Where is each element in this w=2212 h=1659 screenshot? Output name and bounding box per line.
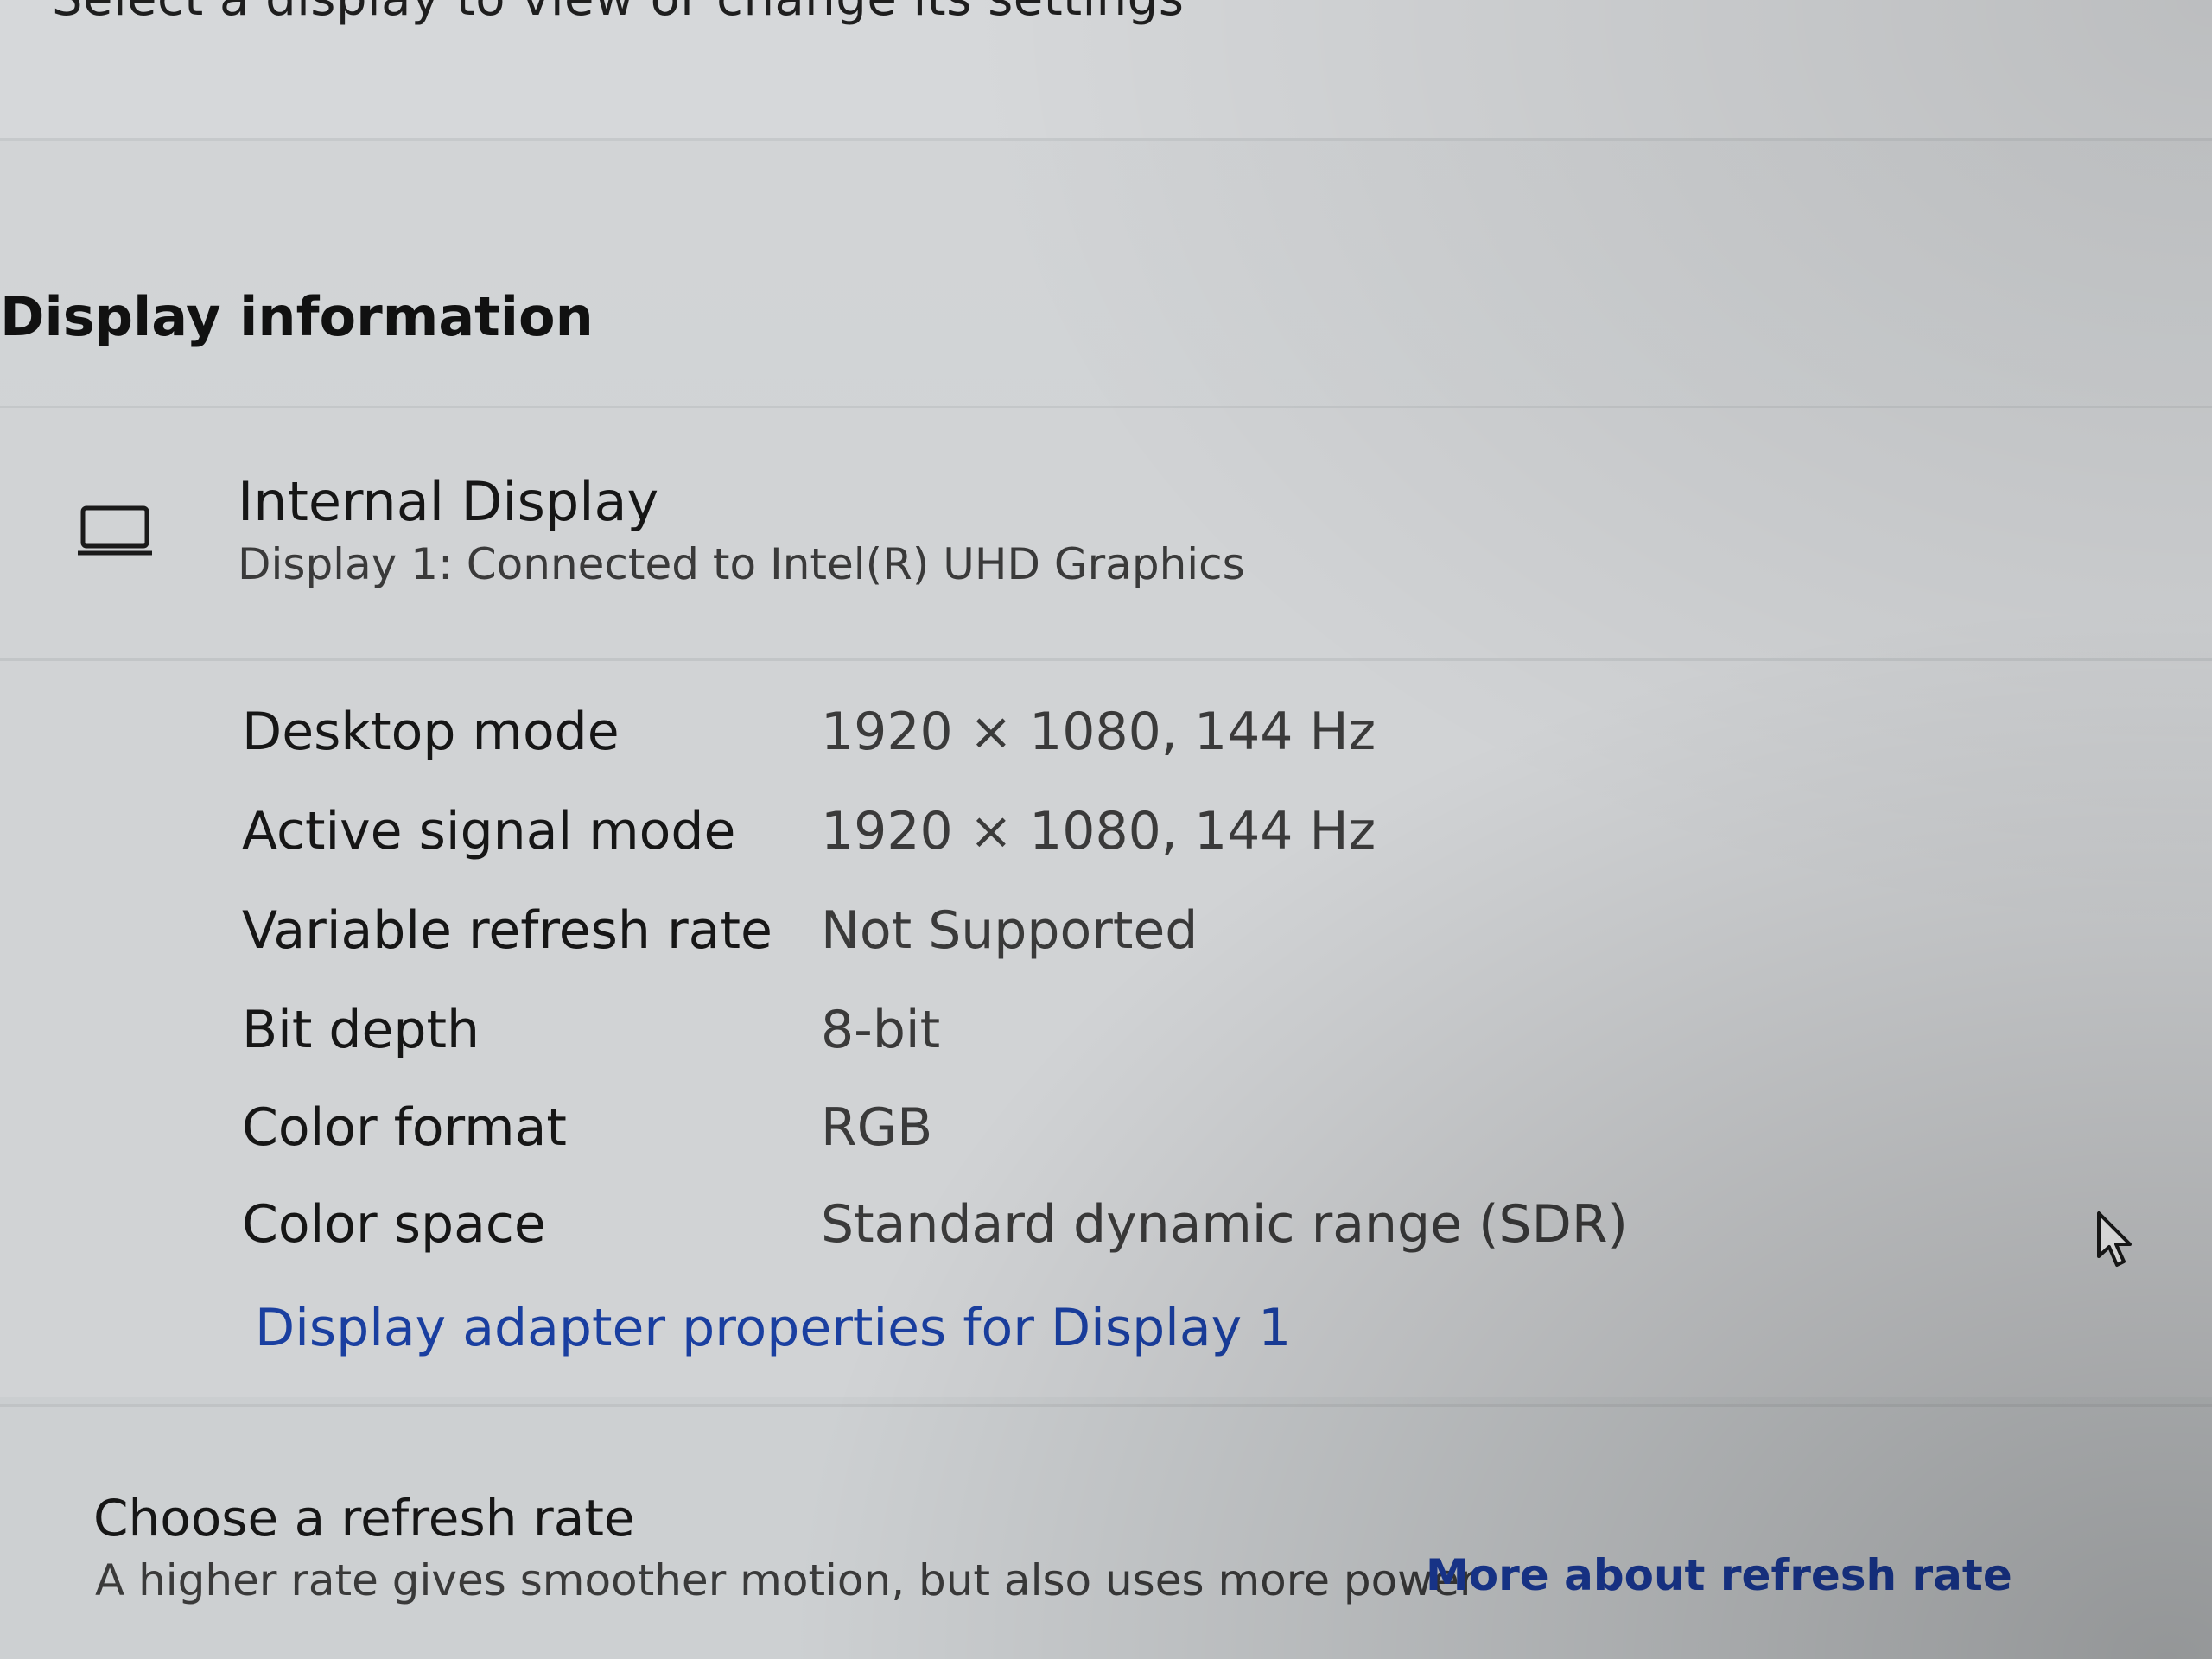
section-heading: Display information xyxy=(0,285,594,348)
refresh-rate-card: Choose a refresh rate A higher rate give… xyxy=(0,1404,2212,1659)
info-label: Color format xyxy=(242,1097,567,1158)
info-row-desktop-mode: Desktop mode 1920 × 1080, 144 Hz xyxy=(242,702,1711,788)
info-value: 1920 × 1080, 144 Hz xyxy=(821,801,1376,861)
info-value: Not Supported xyxy=(821,900,1198,961)
info-value: 1920 × 1080, 144 Hz xyxy=(821,702,1376,762)
divider xyxy=(0,658,2212,661)
display-connection: Display 1: Connected to Intel(R) UHD Gra… xyxy=(238,539,1245,589)
info-value: RGB xyxy=(821,1097,933,1158)
info-row-bit-depth: Bit depth 8-bit xyxy=(242,1000,1711,1086)
info-value: Standard dynamic range (SDR) xyxy=(821,1194,1628,1255)
refresh-rate-title: Choose a refresh rate xyxy=(93,1489,635,1548)
display-settings-page: Select a display to view or change its s… xyxy=(0,0,2212,1659)
info-value: 8-bit xyxy=(821,1000,941,1060)
info-label: Variable refresh rate xyxy=(242,900,772,961)
info-label: Color space xyxy=(242,1194,546,1255)
display-selector-area: Select a display to view or change its s… xyxy=(0,0,2212,141)
mouse-cursor-icon xyxy=(2097,1211,2132,1267)
info-row-color-space: Color space Standard dynamic range (SDR) xyxy=(242,1194,1711,1281)
info-label: Active signal mode xyxy=(242,801,736,861)
info-label: Desktop mode xyxy=(242,702,620,762)
more-about-refresh-rate-link[interactable]: More about refresh rate xyxy=(1426,1550,2012,1600)
display-selector-hint: Select a display to view or change its s… xyxy=(52,0,1184,27)
info-row-variable-refresh-rate: Variable refresh rate Not Supported xyxy=(242,900,1711,987)
display-information-card: Internal Display Display 1: Connected to… xyxy=(0,406,2212,1397)
display-adapter-properties-link[interactable]: Display adapter properties for Display 1 xyxy=(255,1298,1291,1358)
info-label: Bit depth xyxy=(242,1000,480,1060)
laptop-display-icon xyxy=(78,505,152,556)
info-row-active-signal-mode: Active signal mode 1920 × 1080, 144 Hz xyxy=(242,801,1711,887)
display-name: Internal Display xyxy=(238,470,659,533)
info-row-color-format: Color format RGB xyxy=(242,1097,1711,1184)
refresh-rate-description: A higher rate gives smoother motion, but… xyxy=(95,1555,1478,1605)
